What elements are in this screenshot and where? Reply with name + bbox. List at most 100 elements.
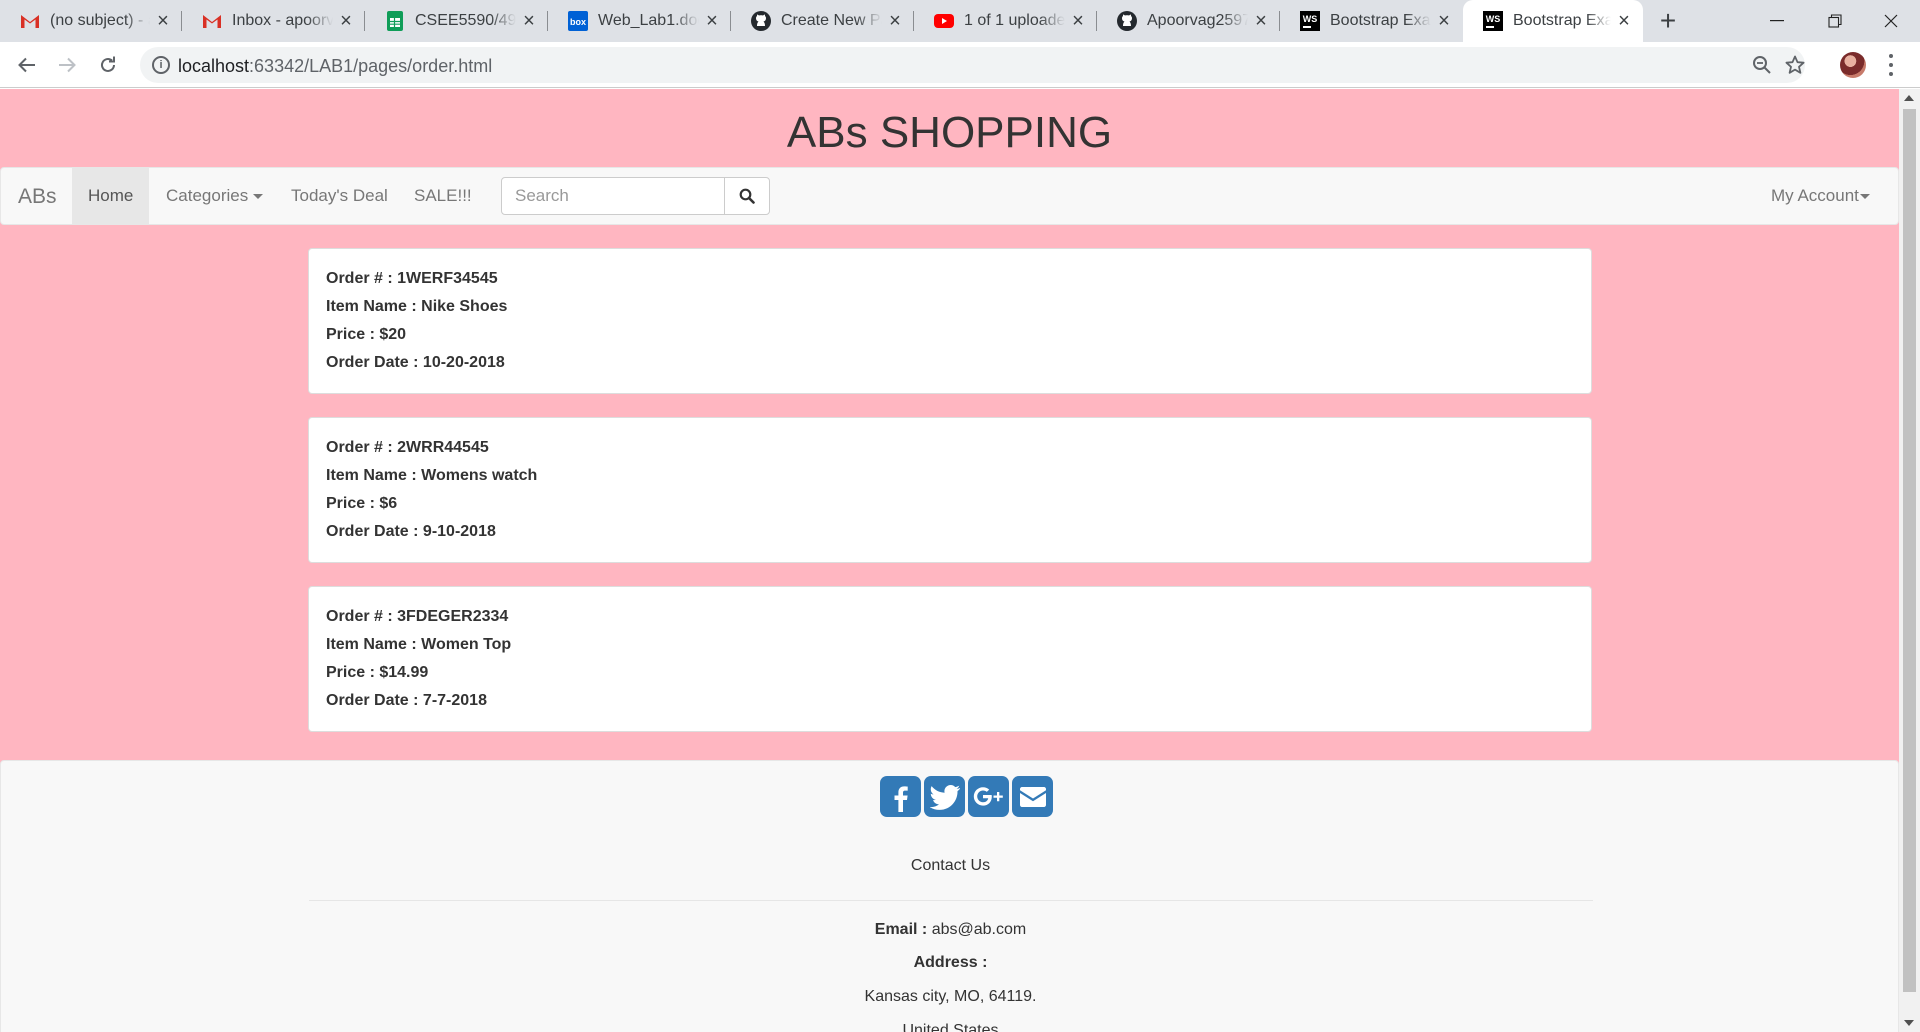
- order-date: Order Date : 10-20-2018: [326, 354, 505, 371]
- nav-my-account[interactable]: My Account: [1755, 168, 1886, 224]
- search-icon: [739, 188, 755, 204]
- browser-toolbar: i localhost:63342/LAB1/pages/order.html: [0, 42, 1920, 88]
- scroll-down-arrow-icon[interactable]: [1904, 1020, 1914, 1026]
- site-navbar: ABs Home Categories Today's Deal SALE!!!…: [0, 167, 1899, 225]
- sheets-icon: [385, 11, 405, 31]
- site-title: ABs SHOPPING: [786, 108, 1113, 157]
- tab-title: (no subject) - apoorvag2597: [50, 12, 150, 29]
- footer-divider: [309, 900, 1593, 901]
- youtube-icon: [934, 11, 954, 31]
- browser-tab[interactable]: Inbox - apoorvag2597 ×: [182, 0, 365, 42]
- url-path: :63342/LAB1/pages/order.html: [249, 56, 493, 76]
- reload-icon[interactable]: [93, 50, 123, 80]
- search-button[interactable]: [724, 177, 770, 215]
- browser-tab-strip: (no subject) - apoorvag2597 × Inbox - ap…: [0, 0, 1920, 42]
- site-footer: Contact Us Email : abs@ab.com Address : …: [0, 760, 1899, 1032]
- contact-email: Email : abs@ab.com: [1, 921, 1899, 939]
- order-date: Order Date : 7-7-2018: [326, 692, 487, 709]
- navbar-brand[interactable]: ABs: [18, 185, 57, 209]
- close-icon[interactable]: ×: [1252, 10, 1270, 33]
- restore-button[interactable]: [1806, 0, 1864, 42]
- order-card: Order # : 3FDEGER2334 Item Name : Women …: [308, 586, 1592, 732]
- github-icon: [751, 11, 771, 31]
- search-input[interactable]: Search: [501, 177, 725, 215]
- contact-address-line1: Kansas city, MO, 64119.: [864, 988, 1037, 1005]
- gmail-icon: [202, 11, 222, 31]
- browser-tab[interactable]: CSEE5590/490 Web ×: [365, 0, 548, 42]
- box-icon: box: [568, 11, 588, 31]
- page-scrollbar[interactable]: [1899, 89, 1920, 1032]
- nav-categories[interactable]: Categories: [150, 168, 279, 224]
- chrome-menu-icon[interactable]: [1888, 54, 1894, 76]
- close-icon[interactable]: ×: [886, 10, 904, 33]
- back-arrow-icon[interactable]: [12, 50, 42, 80]
- info-icon[interactable]: i: [152, 56, 170, 74]
- order-item-name: Item Name : Womens watch: [326, 467, 538, 484]
- browser-tab[interactable]: Apoorvag2597/ ×: [1097, 0, 1280, 42]
- close-icon[interactable]: ×: [1435, 10, 1453, 33]
- close-icon[interactable]: ×: [1615, 10, 1633, 33]
- contact-us-heading: Contact Us: [910, 857, 991, 874]
- caret-down-icon: [253, 194, 264, 200]
- tab-title: 1 of 1 uploaded: [964, 12, 1065, 29]
- bookmark-star-icon[interactable]: [1785, 55, 1805, 75]
- order-item-name: Item Name : Women Top: [326, 636, 512, 653]
- address-label: Address :: [913, 954, 988, 971]
- order-card: Order # : 1WERF34545 Item Name : Nike Sh…: [308, 248, 1592, 394]
- nav-sale[interactable]: SALE!!!: [398, 168, 488, 224]
- close-icon[interactable]: ×: [154, 10, 172, 33]
- nav-todays-deal[interactable]: Today's Deal: [275, 168, 404, 224]
- zoom-icon[interactable]: [1752, 55, 1772, 75]
- nav-categories-label: Categories: [166, 186, 249, 205]
- url-host: localhost: [178, 56, 250, 76]
- browser-tab[interactable]: Create New Page ×: [731, 0, 914, 42]
- new-tab-button[interactable]: +: [1650, 6, 1686, 36]
- order-number: Order # : 1WERF34545: [326, 270, 498, 287]
- order-number: Order # : 2WRR44545: [326, 439, 489, 456]
- email-value: abs@ab.com: [927, 921, 1027, 938]
- scroll-up-arrow-icon[interactable]: [1904, 95, 1914, 101]
- order-number: Order # : 3FDEGER2334: [326, 608, 509, 625]
- tab-title: Bootstrap Example: [1513, 12, 1611, 29]
- tab-title: Create New Page: [781, 12, 882, 29]
- svg-text:WS: WS: [1303, 14, 1318, 24]
- webstorm-icon: WS: [1300, 11, 1320, 31]
- google-plus-icon[interactable]: [968, 776, 1009, 817]
- twitter-icon[interactable]: [924, 776, 965, 817]
- minimize-button[interactable]: [1748, 0, 1806, 42]
- url-text: localhost:63342/LAB1/pages/order.html: [178, 56, 492, 77]
- svg-text:WS: WS: [1486, 14, 1501, 24]
- order-item-name: Item Name : Nike Shoes: [326, 298, 508, 315]
- gmail-icon: [20, 11, 40, 31]
- close-icon[interactable]: ×: [703, 10, 721, 33]
- nav-home[interactable]: Home: [72, 168, 150, 224]
- browser-tab[interactable]: 1 of 1 uploaded ×: [914, 0, 1097, 42]
- browser-tab[interactable]: WS Bootstrap Example ×: [1280, 0, 1463, 42]
- browser-tab-active[interactable]: WS Bootstrap Example ×: [1463, 0, 1643, 42]
- forward-arrow-icon[interactable]: [52, 50, 82, 80]
- profile-avatar[interactable]: [1840, 52, 1866, 78]
- webstorm-icon: WS: [1483, 11, 1503, 31]
- order-card: Order # : 2WRR44545 Item Name : Womens w…: [308, 417, 1592, 563]
- tab-title: CSEE5590/490 Web: [415, 12, 516, 29]
- email-label: Email :: [874, 921, 928, 938]
- email-icon[interactable]: [1012, 776, 1053, 817]
- tab-title: Inbox - apoorvag2597: [232, 12, 333, 29]
- facebook-icon[interactable]: [880, 776, 921, 817]
- contact-address-label: Address :: [1, 954, 1899, 972]
- svg-text:box: box: [570, 17, 586, 27]
- close-icon[interactable]: ×: [337, 10, 355, 33]
- tab-title: Bootstrap Example: [1330, 12, 1431, 29]
- order-price: Price : $6: [326, 495, 398, 512]
- order-date: Order Date : 9-10-2018: [326, 523, 496, 540]
- contact-address-line2: United States: [902, 1022, 999, 1032]
- tab-title: Apoorvag2597/: [1147, 12, 1248, 29]
- address-bar[interactable]: i localhost:63342/LAB1/pages/order.html: [140, 47, 1805, 83]
- browser-tab[interactable]: (no subject) - apoorvag2597 ×: [0, 0, 182, 42]
- page-viewport: ABs SHOPPING ABs Home Categories Today's…: [0, 89, 1899, 1032]
- browser-tab[interactable]: box Web_Lab1.docx ×: [548, 0, 731, 42]
- close-window-button[interactable]: [1862, 0, 1920, 42]
- close-icon[interactable]: ×: [520, 10, 538, 33]
- close-icon[interactable]: ×: [1069, 10, 1087, 33]
- scrollbar-thumb[interactable]: [1903, 109, 1916, 992]
